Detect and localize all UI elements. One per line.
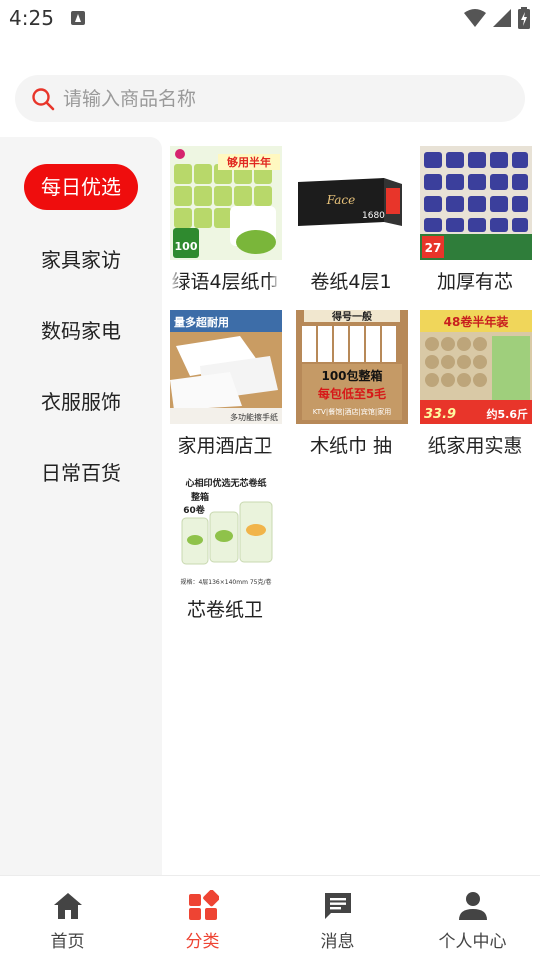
category-sidebar: 每日优选 家具家访 数码家电 衣服服饰 日常百货 bbox=[0, 137, 162, 875]
product-image[interactable]: 量多超耐用 多功能擦手纸 bbox=[170, 310, 282, 424]
product-image[interactable]: 得号一般 100包整箱 每包低至5毛 KTV|餐馆|酒店|宾馆|家用 bbox=[296, 310, 408, 424]
product-name: 卷纸4层1 bbox=[296, 267, 406, 297]
nav-item-home[interactable]: 首页 bbox=[0, 876, 135, 960]
notification-a-icon bbox=[71, 11, 85, 25]
battery-charging-icon bbox=[518, 7, 530, 29]
product-name: 家用酒店卫 bbox=[170, 431, 280, 461]
product-image[interactable]: 100 够用半年 bbox=[170, 146, 282, 260]
nav-label: 分类 bbox=[185, 932, 220, 952]
sidebar-item-electronics[interactable]: 数码家电 bbox=[0, 306, 162, 352]
sidebar-item-label: 数码家电 bbox=[41, 318, 121, 343]
svg-text:多功能擦手纸: 多功能擦手纸 bbox=[230, 412, 278, 422]
bottom-navigation: 首页 分类 消息 个人中心 bbox=[0, 875, 540, 960]
sidebar-item-label: 日常百货 bbox=[41, 460, 121, 485]
svg-text:27: 27 bbox=[425, 241, 442, 255]
svg-text:每包低至5毛: 每包低至5毛 bbox=[318, 386, 386, 401]
product-image[interactable]: 48卷半年装 33.9 约5.6斤 bbox=[420, 310, 532, 424]
nav-label: 个人中心 bbox=[438, 932, 507, 952]
nav-item-profile[interactable]: 个人中心 bbox=[405, 876, 540, 960]
svg-text:整箱: 整箱 bbox=[190, 491, 209, 503]
svg-text:1680: 1680 bbox=[362, 211, 385, 221]
svg-text:规格：4层136×140mm 75克/卷: 规格：4层136×140mm 75克/卷 bbox=[180, 578, 271, 586]
svg-text:48卷半年装: 48卷半年装 bbox=[444, 314, 509, 329]
svg-text:够用半年: 够用半年 bbox=[226, 155, 271, 169]
home-icon bbox=[54, 893, 82, 919]
svg-text:100包整箱: 100包整箱 bbox=[321, 368, 382, 383]
product-image[interactable]: 心相印优选无芯卷纸 整箱 60卷 规格：4层136×140mm 75克/卷 bbox=[170, 474, 282, 588]
sidebar-item-label: 家具家访 bbox=[41, 247, 121, 272]
nav-item-category[interactable]: 分类 bbox=[135, 876, 270, 960]
search-icon[interactable] bbox=[31, 87, 55, 111]
svg-text:Face: Face bbox=[326, 193, 356, 207]
sidebar-item-furniture[interactable]: 家具家访 bbox=[0, 235, 162, 281]
product-name: 纸家用实惠 bbox=[420, 431, 530, 461]
product-image[interactable]: Face 1680 bbox=[296, 146, 408, 260]
message-icon bbox=[325, 893, 351, 919]
svg-text:33.9: 33.9 bbox=[424, 407, 456, 422]
category-icon bbox=[189, 890, 219, 920]
product-image[interactable]: 27 bbox=[420, 146, 532, 260]
svg-text:心相印优选无芯卷纸: 心相印优选无芯卷纸 bbox=[185, 477, 266, 489]
wifi-icon bbox=[464, 9, 486, 27]
svg-text:60卷: 60卷 bbox=[183, 504, 206, 516]
svg-text:量多超耐用: 量多超耐用 bbox=[174, 315, 229, 329]
product-name: 绿语4层纸巾 bbox=[170, 267, 280, 297]
nav-label: 消息 bbox=[320, 932, 355, 952]
nav-item-messages[interactable]: 消息 bbox=[270, 876, 405, 960]
svg-text:100: 100 bbox=[175, 240, 198, 253]
svg-text:KTV|餐馆|酒店|宾馆|家用: KTV|餐馆|酒店|宾馆|家用 bbox=[313, 407, 392, 416]
product-name: 芯卷纸卫 bbox=[170, 595, 280, 625]
search-bar[interactable] bbox=[15, 75, 525, 122]
status-icons bbox=[464, 7, 530, 29]
search-input[interactable] bbox=[63, 75, 503, 122]
status-bar: 4:25 bbox=[0, 0, 540, 38]
nav-label: 首页 bbox=[50, 932, 85, 952]
person-icon bbox=[459, 892, 487, 920]
svg-text:约5.6斤: 约5.6斤 bbox=[487, 407, 529, 421]
sidebar-item-label: 每日优选 bbox=[24, 164, 138, 210]
sidebar-item-clothing[interactable]: 衣服服饰 bbox=[0, 377, 162, 423]
status-time: 4:25 bbox=[9, 6, 54, 30]
sidebar-item-daily-goods[interactable]: 日常百货 bbox=[0, 448, 162, 494]
signal-icon bbox=[493, 9, 511, 27]
product-name: 木纸巾 抽 bbox=[296, 431, 406, 461]
sidebar-item-daily-picks[interactable]: 每日优选 bbox=[0, 164, 162, 210]
svg-text:得号一般: 得号一般 bbox=[331, 310, 372, 323]
product-name: 加厚有芯 bbox=[420, 267, 530, 297]
sidebar-item-label: 衣服服饰 bbox=[41, 389, 121, 414]
